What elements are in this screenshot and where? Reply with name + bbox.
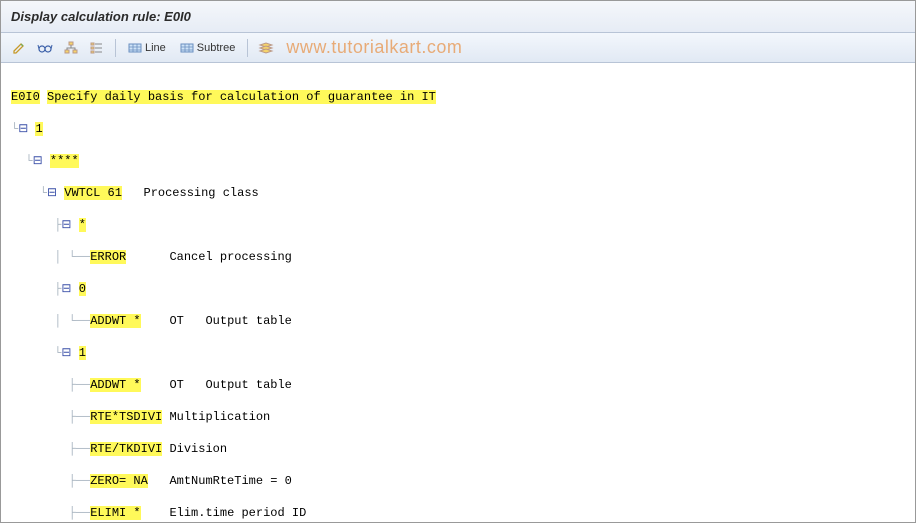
root-desc: Specify daily basis for calculation of g…: [47, 90, 436, 104]
subtree-button[interactable]: Subtree: [176, 39, 240, 57]
hierarchy-list-icon[interactable]: [87, 39, 107, 57]
rte-mul-op: RTE*TSDIVI: [90, 410, 162, 424]
rte-div-op: RTE/TKDIVI: [90, 442, 162, 456]
expand-toggle-icon[interactable]: ⊟: [47, 186, 57, 200]
tree-row-root: E0I0 Specify daily basis for calculation…: [11, 89, 905, 105]
elimi-op: ELIMI *: [90, 506, 140, 520]
sap-window: Display calculation rule: E0I0 Line Subt…: [0, 0, 916, 523]
tree-row: └⊟ ****: [11, 153, 905, 169]
addwt-col: OT: [169, 314, 183, 328]
line-button[interactable]: Line: [124, 39, 170, 57]
rte-div-desc: Division: [169, 442, 227, 456]
line-button-label: Line: [145, 42, 166, 54]
tree-row: └⊟ 1: [11, 121, 905, 137]
page-title: Display calculation rule: E0I0: [11, 9, 191, 24]
expand-toggle-icon[interactable]: ⊟: [61, 218, 71, 232]
addwt-desc: Output table: [205, 314, 291, 328]
addwt-col: OT: [169, 378, 183, 392]
tree-row: ├──RTE*TSDIVI Multiplication: [11, 409, 905, 425]
error-op: ERROR: [90, 250, 126, 264]
tree-row: ├──ELIMI * Elim.time period ID: [11, 505, 905, 521]
addwt-op: ADDWT *: [90, 378, 140, 392]
tree-row: ├⊟ 0: [11, 281, 905, 297]
tree-row: │ └──ERROR Cancel processing: [11, 249, 905, 265]
node-stars: ****: [50, 154, 79, 168]
pencil-icon[interactable]: [9, 39, 29, 57]
node-one: 1: [79, 346, 86, 360]
expand-toggle-icon[interactable]: ⊟: [61, 346, 71, 360]
hierarchy-tree-icon[interactable]: [61, 39, 81, 57]
error-desc: Cancel processing: [169, 250, 291, 264]
tree-row: ├──RTE/TKDIVI Division: [11, 441, 905, 457]
node-zero: 0: [79, 282, 86, 296]
glasses-icon[interactable]: [35, 39, 55, 57]
tree-row: │ └──ADDWT * OT Output table: [11, 313, 905, 329]
node-star: *: [79, 218, 86, 232]
toolbar-separator: [247, 39, 248, 57]
subtree-button-label: Subtree: [197, 42, 236, 54]
toolbar: Line Subtree www.tutorialkart.com: [1, 33, 915, 63]
tree-row: ├⊟ *: [11, 217, 905, 233]
zero-desc: AmtNumRteTime = 0: [169, 474, 291, 488]
expand-toggle-icon[interactable]: ⊟: [18, 122, 28, 136]
expand-toggle-icon[interactable]: ⊟: [33, 154, 43, 168]
stack-icon[interactable]: [256, 39, 276, 57]
tree-row: └⊟ VWTCL 61 Processing class: [11, 185, 905, 201]
vwtcl-op: VWTCL 61: [64, 186, 122, 200]
node-1: 1: [35, 122, 42, 136]
root-code: E0I0: [11, 90, 40, 104]
zero-op: ZERO= NA: [90, 474, 148, 488]
vwtcl-desc: Processing class: [144, 186, 259, 200]
tree-row: ├──ZERO= NA AmtNumRteTime = 0: [11, 473, 905, 489]
tree-row: ├──ADDWT * OT Output table: [11, 377, 905, 393]
elimi-desc: Elim.time period ID: [169, 506, 306, 520]
addwt-desc: Output table: [205, 378, 291, 392]
rte-mul-desc: Multiplication: [169, 410, 270, 424]
toolbar-separator: [115, 39, 116, 57]
tree-content: E0I0 Specify daily basis for calculation…: [1, 63, 915, 525]
addwt-op: ADDWT *: [90, 314, 140, 328]
expand-toggle-icon[interactable]: ⊟: [61, 282, 71, 296]
watermark-text: www.tutorialkart.com: [286, 37, 462, 58]
tree-row: └⊟ 1: [11, 345, 905, 361]
titlebar: Display calculation rule: E0I0: [1, 1, 915, 33]
